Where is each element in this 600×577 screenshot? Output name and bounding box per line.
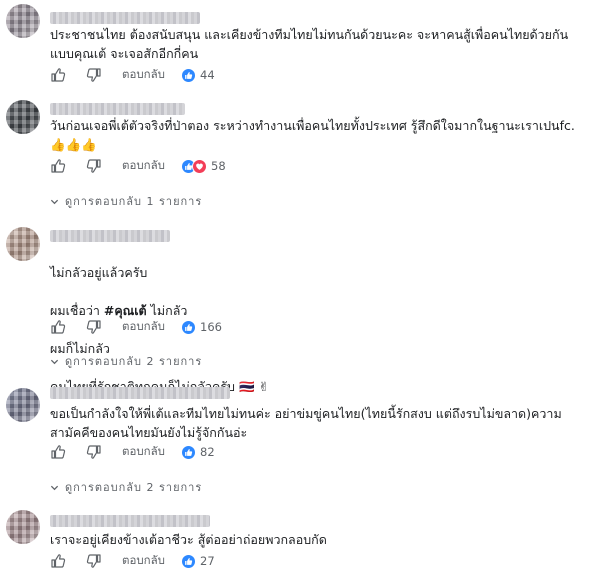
reaction-summary[interactable]: 166 [181, 319, 222, 335]
avatar[interactable] [6, 100, 40, 134]
view-replies-label: ดูการตอบกลับ 2 รายการ [65, 481, 203, 494]
comment-actions: ตอบกลับ 27 [50, 552, 215, 570]
comment-text: ขอเป็นกำลังใจให้พี่เต้และทีมไทยไม่ทนค่ะ … [50, 406, 562, 440]
like-reaction-icon [181, 319, 196, 335]
avatar[interactable] [6, 4, 40, 38]
comment-actions: ตอบกลับ 58 [50, 157, 226, 175]
chevron-down-icon [50, 483, 59, 492]
reply-button[interactable]: ตอบกลับ [122, 552, 165, 570]
reaction-count: 82 [200, 445, 215, 459]
avatar[interactable] [6, 388, 40, 422]
comment-actions: ตอบกลับ 166 [50, 318, 222, 336]
like-icon[interactable] [50, 444, 66, 460]
dislike-icon[interactable] [86, 319, 102, 335]
reaction-summary[interactable]: 82 [181, 444, 215, 460]
commenter-name-blurred[interactable] [50, 387, 230, 399]
reaction-summary[interactable]: 27 [181, 553, 215, 569]
chevron-down-icon [50, 197, 59, 206]
comment-actions: ตอบกลับ 82 [50, 443, 215, 461]
dislike-icon[interactable] [86, 553, 102, 569]
comment-text: เราจะอยู่เคียงข้างเต้อาชีวะ สู้ต่ออย่าถ่… [50, 532, 327, 547]
dislike-icon[interactable] [86, 67, 102, 83]
like-icon[interactable] [50, 319, 66, 335]
reaction-count: 58 [211, 159, 226, 173]
view-replies-button[interactable]: ดูการตอบกลับ 2 รายการ [50, 352, 202, 370]
comment-text: ประชาชนไทย ต้องสนับสนุน และเคียงข้างทีมไ… [50, 27, 569, 61]
reaction-summary[interactable]: 44 [181, 67, 215, 83]
reaction-count: 44 [200, 68, 215, 82]
avatar[interactable] [6, 510, 40, 544]
view-replies-label: ดูการตอบกลับ 2 รายการ [65, 355, 203, 368]
view-replies-label: ดูการตอบกลับ 1 รายการ [65, 195, 203, 208]
commenter-name-blurred[interactable] [50, 12, 200, 24]
reply-button[interactable]: ตอบกลับ [122, 318, 165, 336]
reply-button[interactable]: ตอบกลับ [122, 66, 165, 84]
chevron-down-icon [50, 357, 59, 366]
comment-line-prefix: ผมเชื่อว่า [50, 303, 104, 318]
like-icon[interactable] [50, 158, 66, 174]
like-reaction-icon [181, 444, 196, 460]
dislike-icon[interactable] [86, 444, 102, 460]
like-reaction-icon [181, 67, 196, 83]
commenter-name-blurred[interactable] [50, 103, 185, 115]
like-icon[interactable] [50, 553, 66, 569]
reaction-summary[interactable]: 58 [181, 158, 226, 174]
love-reaction-icon [192, 158, 207, 174]
reaction-count: 166 [200, 320, 222, 334]
comment-text: วันก่อนเจอพี่เต้ตัวจริงที่ป่าตอง ระหว่าง… [50, 118, 575, 152]
reply-button[interactable]: ตอบกลับ [122, 443, 165, 461]
like-icon[interactable] [50, 67, 66, 83]
commenter-name-blurred[interactable] [50, 515, 210, 527]
reaction-count: 27 [200, 554, 215, 568]
comment-line: ไม่กลัวอยู่แล้วครับ [50, 265, 148, 280]
reply-button[interactable]: ตอบกลับ [122, 157, 165, 175]
avatar[interactable] [6, 227, 40, 261]
view-replies-button[interactable]: ดูการตอบกลับ 1 รายการ [50, 192, 202, 210]
comment-actions: ตอบกลับ 44 [50, 66, 215, 84]
like-reaction-icon [181, 553, 196, 569]
dislike-icon[interactable] [86, 158, 102, 174]
hashtag-link[interactable]: #คุณเต้ [104, 303, 147, 318]
commenter-name-blurred[interactable] [50, 230, 170, 242]
view-replies-button[interactable]: ดูการตอบกลับ 2 รายการ [50, 478, 202, 496]
comment-line-suffix: ไม่กลัว [146, 303, 188, 318]
